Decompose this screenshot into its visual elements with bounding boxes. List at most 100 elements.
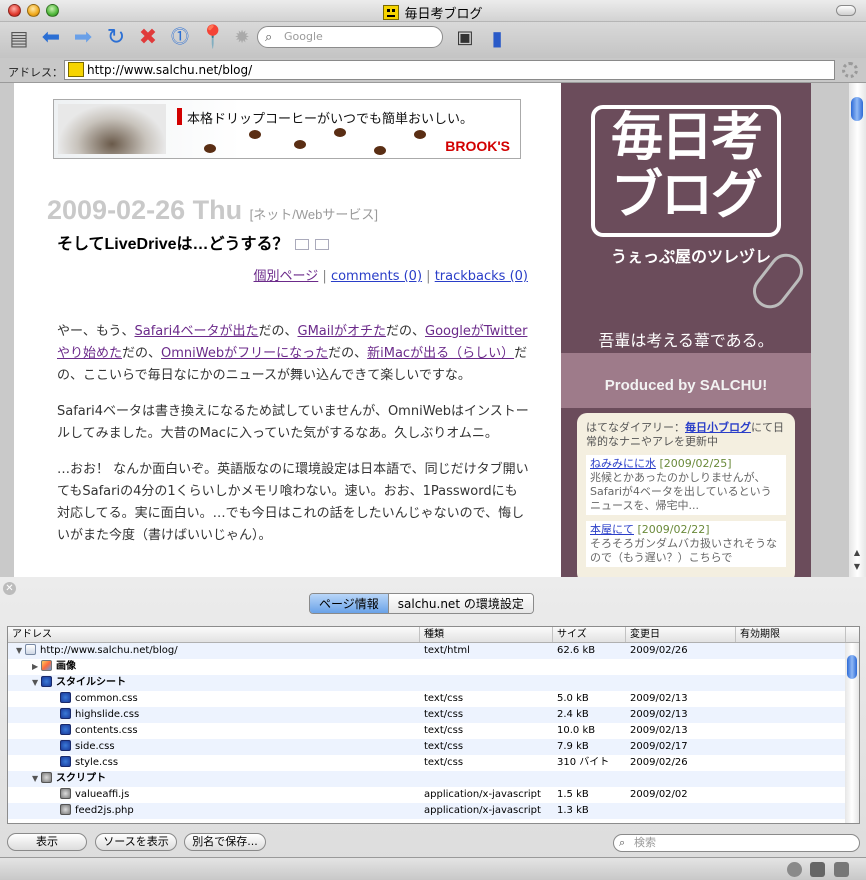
column-size[interactable]: サイズ [553, 627, 626, 642]
row-date: 2009/02/26 [630, 645, 688, 656]
globe-icon[interactable] [787, 862, 802, 877]
disclosure-open-icon[interactable]: ▼ [32, 771, 41, 787]
row-date: 2009/02/13 [630, 725, 688, 736]
page-scroll-thumb[interactable] [851, 97, 863, 121]
row-expires [736, 803, 846, 819]
text: だの、 [258, 324, 298, 339]
row-type [420, 771, 553, 787]
permalink-link[interactable]: 個別ページ [254, 269, 319, 284]
stop-button[interactable]: ✖ [135, 25, 161, 51]
row-expires [736, 739, 846, 755]
diary-link[interactable]: 毎日小ブログ [685, 421, 751, 434]
bean-icon [204, 144, 216, 153]
comments-link[interactable]: comments (0) [331, 269, 422, 284]
mail-icon[interactable] [314, 239, 329, 250]
comment-icon[interactable] [294, 239, 309, 250]
row-size [553, 675, 626, 691]
trackbacks-link[interactable]: trackbacks (0) [435, 269, 528, 284]
table-scroll-thumb[interactable] [847, 655, 857, 679]
gear-icon[interactable]: ✹ [229, 25, 255, 51]
post-category[interactable]: [ネット/Webサービス] [250, 207, 378, 222]
tab-page-info[interactable]: ページ情報 [310, 594, 388, 613]
edit-icon[interactable] [810, 862, 825, 877]
table-header: アドレス 種類 サイズ 変更日 有効期限 [8, 627, 859, 643]
table-row[interactable]: side.css text/css 7.9 kB 2009/02/17 [8, 739, 859, 755]
column-address[interactable]: アドレス [8, 627, 420, 642]
row-type [420, 675, 553, 691]
table-row[interactable]: contents.css text/css 10.0 kB 2009/02/13 [8, 723, 859, 739]
window-title: 毎日考ブログ [0, 3, 866, 22]
row-size: 5.0 kB [557, 693, 589, 704]
table-row[interactable]: ▼ スクリプト [8, 771, 859, 787]
disclosure-closed-icon[interactable]: ▶ [32, 659, 41, 675]
blog-tagline: うぇっぷ屋のツレヅレ [610, 247, 771, 266]
show-button[interactable]: 表示 [7, 833, 87, 851]
disclosure-open-icon[interactable]: ▼ [16, 643, 25, 659]
table-row[interactable]: ▼ http://www.salchu.net/blog/ text/html 6… [8, 643, 859, 659]
text: だの、 [385, 324, 425, 339]
scroll-up-icon[interactable]: ▲ [852, 548, 862, 557]
page-icon [25, 644, 36, 655]
stylesheet-icon [60, 708, 71, 719]
site-icon-button[interactable]: ▣ [452, 25, 478, 51]
post-paragraph: Safari4ベータは書き換えになるため試していませんが、OmniWebはインス… [57, 404, 529, 441]
ip-icon[interactable]: ⓵ [167, 25, 193, 51]
scroll-down-icon[interactable]: ▼ [852, 562, 862, 571]
reload-button[interactable]: ↻ [103, 25, 129, 51]
table-row[interactable]: style.css text/css 310 バイト 2009/02/26 [8, 755, 859, 771]
toolbar-toggle-button[interactable] [836, 5, 856, 16]
stylesheet-icon [41, 676, 52, 687]
row-date: 2009/02/13 [630, 693, 688, 704]
favicon-icon [68, 62, 84, 77]
diary-entry-text: そろそろガンダムバカ扱いされそうなので（もう遅い？）こちらで [590, 537, 777, 564]
view-source-button[interactable]: ソースを表示 [95, 833, 177, 851]
table-row[interactable]: highslide.css text/css 2.4 kB 2009/02/13 [8, 707, 859, 723]
gmail-link[interactable]: GMailがオチた [298, 324, 386, 339]
diary-box: はてなダイアリー：毎日小ブログにて日常的なナニやアレを更新中 ねみみにに水 [2… [577, 413, 795, 577]
imac-link[interactable]: 新iMacが出る（らしい） [367, 346, 514, 361]
column-expires[interactable]: 有効期限 [736, 627, 846, 642]
row-expires [736, 707, 846, 723]
table-row[interactable]: valueaffi.js application/x-javascript 1.… [8, 787, 859, 803]
google-search-input[interactable]: ⌕ Google [257, 26, 443, 48]
table-row[interactable]: ▶ 画像 [8, 659, 859, 675]
status-bar [0, 857, 866, 880]
disclosure-open-icon[interactable]: ▼ [32, 675, 41, 691]
bookmarks-icon[interactable]: ▤ [6, 25, 32, 51]
address-input[interactable]: http://www.salchu.net/blog/ [64, 60, 835, 80]
row-name: スクリプト [56, 773, 106, 784]
script-icon [41, 772, 52, 783]
omniweb-link[interactable]: OmniWebがフリーになった [161, 346, 328, 361]
safari4-link[interactable]: Safari4ベータが出た [134, 324, 258, 339]
close-panel-icon[interactable]: ✕ [3, 582, 16, 595]
page-scrollbar[interactable]: ▲ ▼ [849, 83, 866, 577]
row-date: 2009/02/26 [630, 757, 688, 768]
save-as-button[interactable]: 別名で保存... [184, 833, 266, 851]
table-row[interactable]: feed2js.php application/x-javascript 1.3… [8, 803, 859, 819]
forward-button[interactable]: ➡ [70, 25, 96, 51]
book-icon[interactable]: ▮ [484, 25, 510, 51]
row-name: feed2js.php [75, 805, 134, 816]
column-type[interactable]: 種類 [420, 627, 553, 642]
diary-entry-link[interactable]: 本屋にて [590, 523, 634, 536]
address-label: アドレス： [8, 66, 63, 79]
table-row[interactable]: ▼ スタイルシート [8, 675, 859, 691]
panel-search-input[interactable]: ⌕ 検索 [613, 834, 860, 852]
row-name: highslide.css [75, 709, 140, 720]
table-row[interactable]: common.css text/css 5.0 kB 2009/02/13 [8, 691, 859, 707]
blog-logo[interactable]: 毎日考 ブログ [591, 105, 781, 237]
table-scrollbar[interactable] [845, 643, 859, 823]
row-name: valueaffi.js [75, 789, 130, 800]
notes-icon[interactable] [834, 862, 849, 877]
panel-search-placeholder: 検索 [634, 836, 656, 849]
column-modified[interactable]: 変更日 [626, 627, 736, 642]
window-titlebar[interactable]: 毎日考ブログ [0, 0, 866, 22]
pin-icon[interactable]: 📍 [199, 25, 226, 51]
row-date [626, 771, 736, 787]
row-date: 2009/02/13 [630, 709, 688, 720]
tab-site-preferences[interactable]: salchu.net の環境設定 [387, 594, 533, 613]
diary-entry-link[interactable]: ねみみにに水 [590, 457, 656, 470]
back-button[interactable]: ⬅ [38, 25, 64, 51]
row-size: 1.3 kB [557, 805, 589, 816]
ad-banner[interactable]: 本格ドリップコーヒーがいつでも簡単おいしい。 BROOK'S [53, 99, 521, 159]
